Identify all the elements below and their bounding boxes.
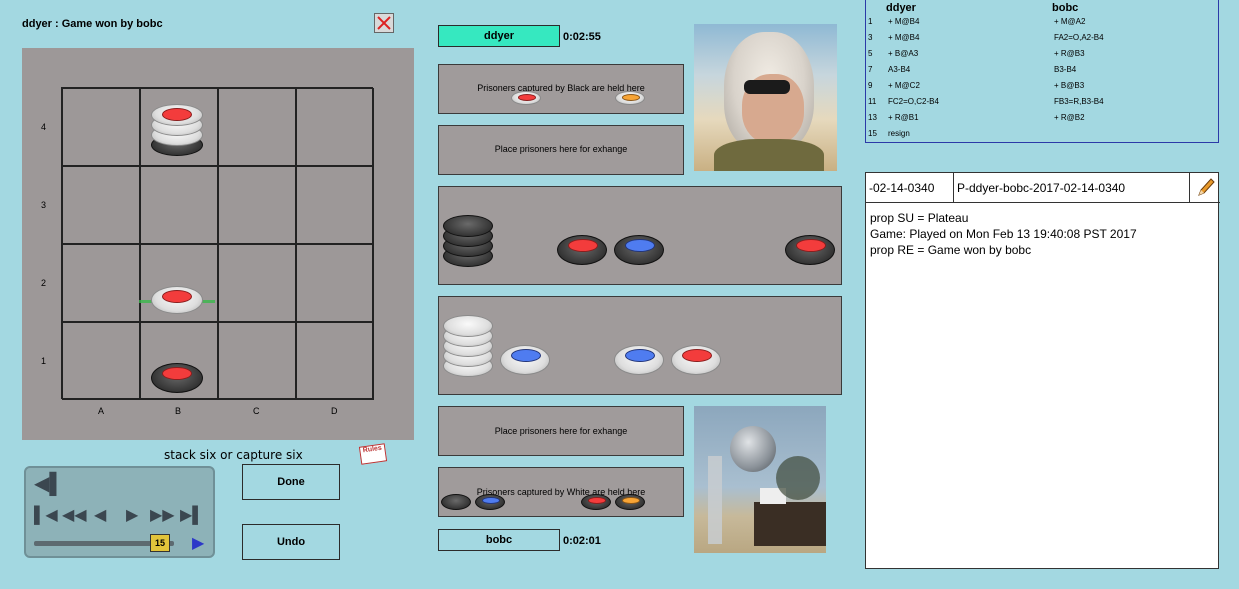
game-board: 4 3 2 1 A B C D [22,48,414,440]
cell-d4[interactable] [296,88,374,166]
white-reserve-area[interactable] [438,296,842,395]
cell-a2[interactable] [62,244,140,322]
cell-b3[interactable] [140,166,218,244]
file-label: D [331,406,338,416]
step-back-icon[interactable]: ◀ [94,508,106,524]
done-button[interactable]: Done [242,464,340,500]
replay-controls: ◀▌ ▌◀ ◀◀ ◀ ▶ ▶▶ ▶▌ 15 ▶ [24,466,215,558]
first-move-icon[interactable]: ▌◀ [34,508,58,524]
game-info-line: Game: Played on Mon Feb 13 19:40:08 PST … [870,227,1137,241]
rank-label: 2 [41,278,47,288]
white-reserve-stack[interactable] [443,315,493,379]
move-row[interactable]: 15 resign [866,129,1220,143]
game-info-panel: -02-14-0340 P-ddyer-bobc-2017-02-14-0340… [865,172,1220,569]
fast-forward-icon[interactable]: ▶▶ [150,508,175,524]
exchange-area-bottom[interactable]: Place prisoners here for exhange [438,406,684,456]
captured-by-white-area[interactable]: Prisoners captured by White are held her… [438,467,684,517]
cell-c4[interactable] [218,88,296,166]
exchange-label-top: Place prisoners here for exhange [494,144,628,154]
rules-icon[interactable]: Rules [358,443,388,465]
exchange-label-bottom: Place prisoners here for exhange [494,426,628,436]
exchange-area-top[interactable]: Place prisoners here for exhange [438,125,684,175]
player-name-top: ddyer [438,25,560,47]
slider-handle[interactable]: 15 [150,534,170,552]
player-clock-bottom: 0:02:01 [563,535,601,547]
captured-by-white-label: Prisoners captured by White are held her… [476,487,646,497]
cell-d2[interactable] [296,244,374,322]
move-row[interactable]: 3 + M@B4 FA2=O,A2-B4 [866,33,1220,49]
rewind-icon[interactable]: ◀◀ [62,508,87,524]
white-reserve-piece[interactable] [500,345,550,375]
move-row[interactable]: 1 + M@B4 + M@A2 [866,17,1220,33]
step-forward-icon[interactable]: ▶ [126,508,138,524]
piece-b2[interactable] [137,284,217,320]
move-header-player2: bobc [1052,2,1079,14]
game-name-field[interactable]: P-ddyer-bobc-2017-02-14-0340 [954,173,1190,203]
move-row[interactable]: 9 + M@C2 + B@B3 [866,81,1220,97]
move-row[interactable]: 5 + B@A3 + R@B3 [866,49,1220,65]
play-icon[interactable]: ▶ [192,536,204,552]
cell-c2[interactable] [218,244,296,322]
file-label: B [175,406,182,416]
white-reserve-piece[interactable] [671,345,721,375]
game-info-line: prop SU = Plateau [870,211,969,225]
white-reserve-piece[interactable] [614,345,664,375]
captured-by-black-area[interactable]: Prisoners captured by Black are held her… [438,64,684,114]
cell-c3[interactable] [218,166,296,244]
game-info-line: prop RE = Game won by bobc [870,243,1032,257]
piece-b1[interactable] [149,361,205,397]
board-grid [61,87,374,400]
player-clock-top: 0:02:55 [563,31,601,43]
close-icon[interactable] [374,13,394,33]
game-date-field[interactable]: -02-14-0340 [866,173,954,203]
move-row[interactable]: 13 + R@B1 + R@B2 [866,113,1220,129]
black-reserve-piece[interactable] [557,235,607,265]
cell-a3[interactable] [62,166,140,244]
rank-label: 3 [41,200,47,210]
move-row[interactable]: 7 A3-B4 B3-B4 [866,65,1220,81]
move-row[interactable]: 11 FC2=O,C2-B4 FB3=R,B3-B4 [866,97,1220,113]
black-reserve-area[interactable] [438,186,842,285]
cell-c1[interactable] [218,322,296,400]
cell-a4[interactable] [62,88,140,166]
player-avatar-bottom [694,406,826,553]
file-label: C [253,406,260,416]
cell-a1[interactable] [62,322,140,400]
status-message: stack six or capture six [164,448,303,462]
rank-label: 1 [41,356,47,366]
undo-button[interactable]: Undo [242,524,340,560]
file-label: A [98,406,105,416]
black-reserve-stack[interactable] [443,215,493,269]
captured-by-black-label: Prisoners captured by Black are held her… [477,83,645,93]
player-avatar-top [694,24,837,171]
piece-stack-b4[interactable] [149,104,205,160]
rank-label: 4 [41,122,47,132]
game-title: ddyer : Game won by bobc [22,18,163,30]
black-reserve-piece[interactable] [785,235,835,265]
black-reserve-piece[interactable] [614,235,664,265]
back-to-start-icon[interactable]: ◀▌ [34,474,64,494]
move-list: ddyer bobc 1 + M@B4 + M@A2 3 + M@B4 FA2=… [865,0,1219,143]
cell-d3[interactable] [296,166,374,244]
edit-pencil-icon[interactable] [1190,173,1220,203]
player-name-bottom: bobc [438,529,560,551]
cell-d1[interactable] [296,322,374,400]
last-move-icon[interactable]: ▶▌ [180,508,204,524]
move-header-player1: ddyer [886,2,916,14]
